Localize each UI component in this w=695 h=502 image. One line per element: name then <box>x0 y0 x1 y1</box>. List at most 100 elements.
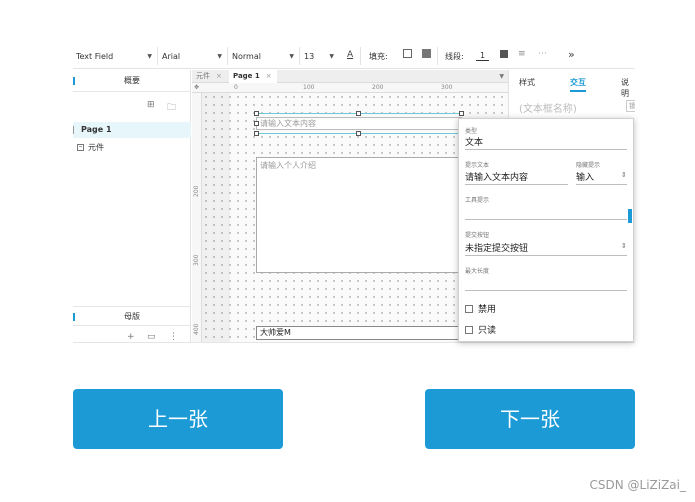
tab-interaction[interactable]: 交互 <box>570 77 586 88</box>
arrow-style-icon[interactable]: ⋯ <box>538 49 547 59</box>
chevron-down-icon[interactable]: ▼ <box>499 73 504 80</box>
tab-elements[interactable]: 元件 × <box>192 70 228 83</box>
max-length-input[interactable] <box>465 290 627 291</box>
line-width-value[interactable]: 1 <box>476 51 490 61</box>
font-size-value: 13 <box>304 51 315 61</box>
checkbox-icon <box>465 304 473 313</box>
ruler-origin-icon: ✥ <box>194 84 200 91</box>
text-properties-popup: 类型 文本 提示文本 请输入文本内容 隐藏提示 输入 ⇕ 工具提示 提交按钮 未… <box>458 118 634 342</box>
font-style-value: Normal <box>232 51 261 61</box>
chevron-down-icon: ▼ <box>289 52 294 60</box>
text-field-widget[interactable]: 请输入文本内容 <box>256 117 462 130</box>
tab-style[interactable]: 样式 <box>519 77 535 88</box>
widget-type-select[interactable]: Text Field ▼ <box>76 49 156 63</box>
element-item[interactable]: − 元件 <box>77 142 104 153</box>
add-page-icon[interactable]: ⊞ <box>147 100 155 110</box>
tooltip-label: 工具提示 <box>465 197 490 204</box>
page-marker <box>73 126 74 134</box>
prev-button[interactable]: 上一张 <box>73 389 283 449</box>
line-color-icon[interactable] <box>500 50 508 58</box>
resize-handle[interactable] <box>254 131 259 136</box>
add-master-icon[interactable]: + <box>127 332 135 342</box>
ruler-tick: 100 <box>303 84 315 91</box>
fill-label: 填充: <box>369 52 388 61</box>
inspector-tabs: 样式 交互 说明 <box>509 70 635 98</box>
toolbar-divider <box>437 47 438 65</box>
resize-handle[interactable] <box>356 111 361 116</box>
close-icon[interactable]: × <box>266 72 272 80</box>
fill-color-icon[interactable] <box>403 49 412 58</box>
shadow-icon[interactable] <box>422 49 431 58</box>
droplist-value: 大帅爱M <box>260 328 291 337</box>
tab-page1[interactable]: Page 1 × <box>229 70 277 83</box>
type-label: 类型 <box>465 128 478 135</box>
outline-title: 概要 <box>73 70 191 92</box>
resize-handle[interactable] <box>356 131 361 136</box>
left-panel: 概要 ⊞ 🗀 Page 1 − 元件 母版 + ▭ ⋮ <box>73 70 191 342</box>
format-toolbar: Text Field ▼ Arial ▼ Normal ▼ 13 ▼ A 填充:… <box>73 43 635 69</box>
resize-handle[interactable] <box>254 111 259 116</box>
ruler-tick: 200 <box>193 185 200 197</box>
readonly-label: 只读 <box>478 326 497 336</box>
canvas-tabbar: 元件 × Page 1 × ▼ <box>192 70 508 83</box>
hide-hint-label: 隐藏提示 <box>576 162 601 169</box>
hint-text-input[interactable]: 请输入文本内容 <box>465 170 528 183</box>
top-ruler: ✥ 0 100 200 300 <box>192 83 508 93</box>
max-length-label: 最大长度 <box>465 268 490 275</box>
font-select[interactable]: Arial ▼ <box>162 49 226 63</box>
field-underline <box>465 255 627 256</box>
more-icon[interactable]: » <box>568 48 575 61</box>
tab-label: 元件 <box>196 72 210 80</box>
element-icon: − <box>77 144 84 151</box>
textarea-widget[interactable]: 请输入个人介绍 <box>256 157 462 273</box>
add-folder-icon[interactable]: 🗀 <box>167 100 176 116</box>
resize-handle[interactable] <box>459 111 464 116</box>
line-label: 线段: <box>445 52 464 61</box>
font-value: Arial <box>162 51 181 61</box>
scroll-indicator <box>628 209 632 223</box>
font-color-icon[interactable]: A <box>347 50 353 60</box>
tab-notes[interactable]: 说明 <box>621 77 635 99</box>
updown-icon: ⇕ <box>621 242 627 250</box>
close-icon[interactable]: × <box>216 72 222 80</box>
widget-type-value: Text Field <box>76 51 114 61</box>
font-size-select[interactable]: 13 ▼ <box>304 49 338 63</box>
master-title: 母版 <box>73 306 191 326</box>
droplist-widget[interactable]: 大帅爱M <box>256 326 462 340</box>
readonly-checkbox[interactable]: 只读 <box>465 323 496 336</box>
canvas-margin <box>202 93 230 342</box>
watermark: CSDN @LiZiZai_ <box>589 478 686 492</box>
page-item[interactable]: Page 1 <box>73 122 191 138</box>
ruler-tick: 0 <box>234 84 238 91</box>
ruler-tick: 300 <box>193 254 200 266</box>
lock-button[interactable]: 锁 <box>626 100 635 112</box>
tooltip-input[interactable] <box>465 219 627 220</box>
widget-name-input[interactable]: (文本框名称) <box>519 100 577 115</box>
font-style-select[interactable]: Normal ▼ <box>232 49 298 63</box>
field-underline <box>465 184 568 185</box>
text-field-placeholder: 请输入文本内容 <box>260 119 316 128</box>
disabled-checkbox[interactable]: 禁用 <box>465 302 496 315</box>
folder-icon[interactable]: ▭ <box>147 332 156 342</box>
ruler-tick: 400 <box>193 323 200 335</box>
next-button[interactable]: 下一张 <box>425 389 635 449</box>
toolbar-divider <box>157 47 158 65</box>
element-item-label: 元件 <box>88 143 104 152</box>
tab-label: Page 1 <box>233 72 260 80</box>
active-tab-indicator <box>570 90 586 92</box>
toolbar-divider <box>227 47 228 65</box>
toolbar-divider <box>299 47 300 65</box>
hide-hint-select[interactable]: 输入 <box>576 170 594 183</box>
textarea-placeholder: 请输入个人介绍 <box>260 161 316 170</box>
page-item-label: Page 1 <box>81 125 112 134</box>
chevron-down-icon: ▼ <box>217 52 222 60</box>
submit-button-select[interactable]: 未指定提交按钮 <box>465 241 528 254</box>
line-style-icon[interactable]: ≡ <box>518 49 526 59</box>
resize-handle[interactable] <box>254 121 259 126</box>
field-underline <box>576 184 627 185</box>
ruler-tick: 200 <box>372 84 384 91</box>
field-underline <box>465 149 627 150</box>
more-options-icon[interactable]: ⋮ <box>169 332 178 342</box>
chevron-down-icon: ▼ <box>147 52 152 60</box>
type-value[interactable]: 文本 <box>465 135 483 148</box>
